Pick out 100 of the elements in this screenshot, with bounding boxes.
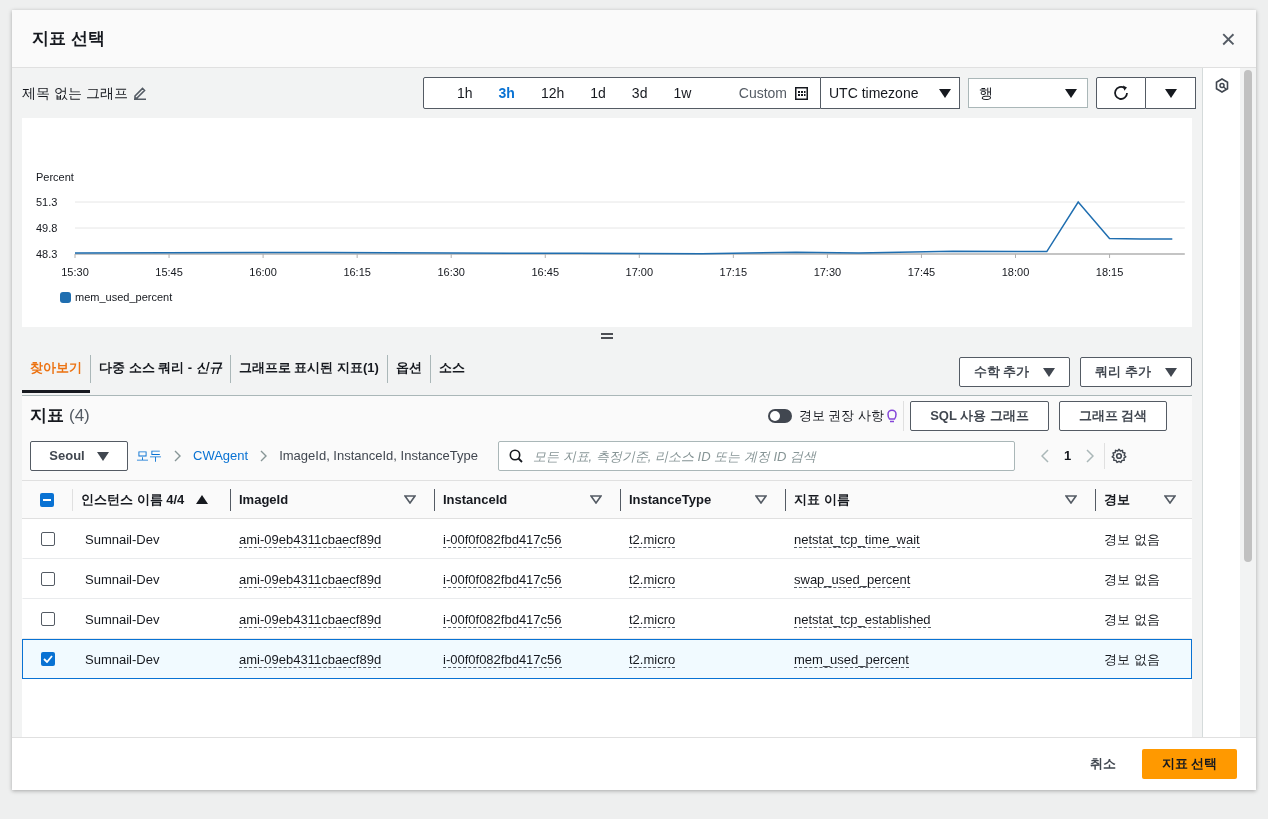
- table-cell: 경보 없음: [1104, 572, 1160, 587]
- graph-action-button[interactable]: 그래프 검색: [1059, 401, 1167, 431]
- sort-ascending-icon[interactable]: [196, 495, 209, 504]
- table-cell: 경보 없음: [1104, 532, 1160, 547]
- x-tick-label: 16:45: [531, 266, 559, 278]
- table-cell: Sumnail-Dev: [85, 652, 160, 667]
- settings-icon[interactable]: [1111, 448, 1128, 464]
- y-tick-label: 48.3: [36, 248, 58, 260]
- select-all-checkbox[interactable]: [40, 492, 54, 507]
- sort-icon[interactable]: [1164, 495, 1176, 504]
- table-row[interactable]: Sumnail-Dev ami-09eb4311cbaecf89d i-00f0f082fbd417c56 t2.micro netstat_tcp_time_wait 경보 없음: [22, 519, 1192, 559]
- time-range-option[interactable]: 1w: [660, 78, 705, 108]
- custom-range-button[interactable]: Custom: [738, 78, 820, 108]
- table-cell: ami-09eb4311cbaecf89d: [239, 532, 382, 548]
- breadcrumb-link[interactable]: CWAgent: [193, 446, 249, 466]
- search-icon: [508, 449, 523, 463]
- chevron-right-icon: [174, 450, 181, 462]
- time-range-option[interactable]: 3h: [485, 78, 528, 108]
- tab[interactable]: 소스: [430, 345, 473, 393]
- table-cell: ami-09eb4311cbaecf89d: [239, 612, 382, 628]
- table-row[interactable]: Sumnail-Dev ami-09eb4311cbaecf89d i-00f0f082fbd417c56 t2.micro mem_used_percent 경보 없음: [22, 639, 1192, 679]
- y-tick-label: 51.3: [36, 196, 58, 208]
- x-tick-label: 18:15: [1095, 266, 1124, 278]
- legend-label[interactable]: mem_used_percent: [75, 289, 173, 306]
- alarm-toggle-label: 경보 권장 사항: [798, 407, 884, 426]
- refresh-options-button[interactable]: [1146, 77, 1196, 109]
- time-range-option[interactable]: 12h: [527, 78, 578, 108]
- search-field[interactable]: 모든 지표, 측정기준, 리소스 ID 또는 계정 ID 검색: [497, 441, 1015, 471]
- row-checkbox[interactable]: [41, 652, 55, 666]
- graph-action-button[interactable]: SQL 사용 그래프: [910, 401, 1049, 431]
- table-cell: netstat_tcp_established: [794, 612, 931, 628]
- row-checkbox[interactable]: [41, 572, 55, 586]
- column-header[interactable]: 지표 이름: [794, 489, 850, 510]
- table-cell: Sumnail-Dev: [85, 532, 160, 547]
- timezone-dropdown[interactable]: UTC timezone: [821, 77, 960, 109]
- table-cell: 경보 없음: [1104, 612, 1160, 627]
- sort-icon[interactable]: [404, 495, 416, 504]
- x-tick-label: 18:00: [1001, 266, 1030, 278]
- table-cell: i-00f0f082fbd417c56: [443, 652, 562, 668]
- tab[interactable]: 그래프로 표시된 지표(1): [230, 345, 387, 393]
- column-header[interactable]: InstanceId: [443, 489, 508, 510]
- calendar-icon: [795, 86, 808, 100]
- table-cell: t2.micro: [629, 652, 676, 668]
- column-header[interactable]: InstanceType: [629, 489, 712, 510]
- hexagon-icon[interactable]: [1214, 78, 1229, 93]
- table-cell: i-00f0f082fbd417c56: [443, 572, 562, 588]
- y-tick-label: 49.8: [36, 222, 58, 234]
- row-checkbox[interactable]: [41, 612, 55, 626]
- column-header[interactable]: ImageId: [239, 489, 289, 510]
- caret-icon: [1164, 88, 1177, 98]
- tab[interactable]: 다중 소스 쿼리 - 신규: [91, 345, 230, 393]
- column-header[interactable]: 인스턴스 이름 4/4: [81, 489, 185, 510]
- x-tick-label: 16:00: [249, 266, 277, 278]
- time-range-option[interactable]: 1h: [444, 78, 486, 108]
- graph-title: 제목 없는 그래프: [22, 83, 128, 103]
- add-dropdown-button[interactable]: 쿼리 추가: [1080, 357, 1192, 387]
- x-tick-label: 16:15: [343, 266, 371, 278]
- breadcrumb-link[interactable]: 모두: [136, 446, 162, 466]
- table-row[interactable]: Sumnail-Dev ami-09eb4311cbaecf89d i-00f0f082fbd417c56 t2.micro swap_used_percent 경보 없음: [22, 559, 1192, 599]
- x-tick-label: 17:30: [813, 266, 842, 278]
- lightbulb-icon: [887, 408, 897, 424]
- tab[interactable]: 옵션: [387, 345, 430, 393]
- table-cell: ami-09eb4311cbaecf89d: [239, 652, 382, 668]
- resize-handle-icon[interactable]: [601, 333, 613, 339]
- table-cell: t2.micro: [629, 612, 676, 628]
- confirm-button[interactable]: 지표 선택: [1142, 749, 1237, 779]
- alarm-toggle[interactable]: [767, 409, 792, 423]
- caret-icon: [1065, 88, 1077, 98]
- time-range-option[interactable]: 3d: [618, 78, 661, 108]
- sort-icon[interactable]: [755, 495, 767, 504]
- cancel-button[interactable]: 취소: [1074, 749, 1132, 779]
- refresh-icon: [1112, 84, 1130, 102]
- refresh-button[interactable]: [1096, 77, 1146, 109]
- page-number[interactable]: 1: [1063, 446, 1072, 466]
- x-tick-label: 16:30: [437, 266, 465, 278]
- x-tick-label: 15:45: [155, 266, 183, 278]
- metrics-count: (4): [69, 405, 90, 428]
- sort-icon[interactable]: [590, 495, 602, 504]
- table-cell: Sumnail-Dev: [85, 612, 160, 627]
- pencil-icon[interactable]: [132, 86, 147, 100]
- table-cell: i-00f0f082fbd417c56: [443, 532, 562, 548]
- table-cell: i-00f0f082fbd417c56: [443, 612, 562, 628]
- table-cell: 경보 없음: [1104, 652, 1160, 667]
- table-cell: netstat_tcp_time_wait: [794, 532, 920, 548]
- x-tick-label: 15:30: [61, 266, 89, 278]
- caret-icon: [939, 88, 951, 98]
- close-button[interactable]: ×: [1220, 25, 1236, 52]
- chevron-right-icon: [260, 450, 268, 462]
- time-range-option[interactable]: 1d: [577, 78, 619, 108]
- caret-icon: [1043, 367, 1056, 377]
- region-dropdown[interactable]: Seoul: [30, 441, 128, 471]
- add-dropdown-button[interactable]: 수학 추가: [958, 357, 1071, 387]
- row-checkbox[interactable]: [41, 532, 55, 546]
- view-dropdown[interactable]: 행: [968, 78, 1088, 108]
- column-header[interactable]: 경보: [1104, 489, 1130, 510]
- caret-icon: [96, 451, 109, 461]
- table-cell: t2.micro: [629, 532, 676, 548]
- table-cell: swap_used_percent: [794, 572, 911, 588]
- sort-icon[interactable]: [1065, 495, 1077, 504]
- x-tick-label: 17:45: [907, 266, 936, 278]
